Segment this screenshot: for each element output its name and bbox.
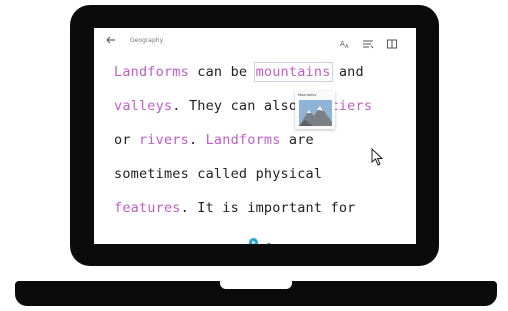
text-line: features. It is important for	[114, 200, 356, 216]
mouse-pointer-icon	[371, 148, 384, 166]
picture-dictionary-button[interactable]	[386, 35, 398, 49]
book-icon	[387, 39, 397, 49]
text-span: sometimes called physical	[114, 166, 323, 182]
word-valleys[interactable]: valleys	[114, 98, 172, 114]
word-rivers[interactable]: rivers	[139, 132, 189, 148]
word-features[interactable]: features	[114, 200, 181, 216]
text-span: and	[330, 64, 364, 80]
laptop-hinge-notch	[220, 281, 292, 289]
text-line: Landforms can be mountains and	[114, 62, 364, 82]
play-icon	[249, 238, 258, 244]
voice-settings-icon	[266, 242, 272, 244]
text-size-icon: A A	[340, 40, 349, 50]
voice-settings-button[interactable]	[266, 234, 273, 244]
laptop-screen: Geography A A Landforms can be mountains…	[94, 28, 416, 244]
text-line: or rivers. Landforms are	[114, 132, 314, 148]
text-span: .	[188, 132, 206, 148]
word-landforms[interactable]: Landforms	[114, 64, 189, 80]
text-line: sometimes called physical	[114, 166, 322, 182]
svg-text:A: A	[345, 44, 349, 50]
word-landforms[interactable]: Landforms	[206, 132, 281, 148]
play-button[interactable]	[249, 232, 258, 244]
text-size-button[interactable]: A A	[339, 35, 351, 50]
back-button[interactable]	[104, 34, 118, 48]
text-span: . It is important for	[180, 200, 356, 216]
popup-title: Mountains	[298, 93, 317, 97]
text-span: or	[114, 132, 139, 148]
picture-dictionary-popup[interactable]: Mountains	[295, 91, 335, 129]
reader-toolbar: Geography A A	[94, 28, 416, 56]
text-span: . They can also	[172, 98, 306, 114]
text-span: can be	[188, 64, 256, 80]
reading-preferences-icon	[363, 40, 374, 49]
word-mountains[interactable]: mountains	[253, 62, 333, 82]
document-title: Geography	[130, 37, 164, 44]
reading-preferences-button[interactable]	[362, 35, 374, 49]
arrow-left-icon	[106, 36, 115, 44]
text-span: are	[280, 132, 314, 148]
mountain-image	[299, 100, 332, 126]
